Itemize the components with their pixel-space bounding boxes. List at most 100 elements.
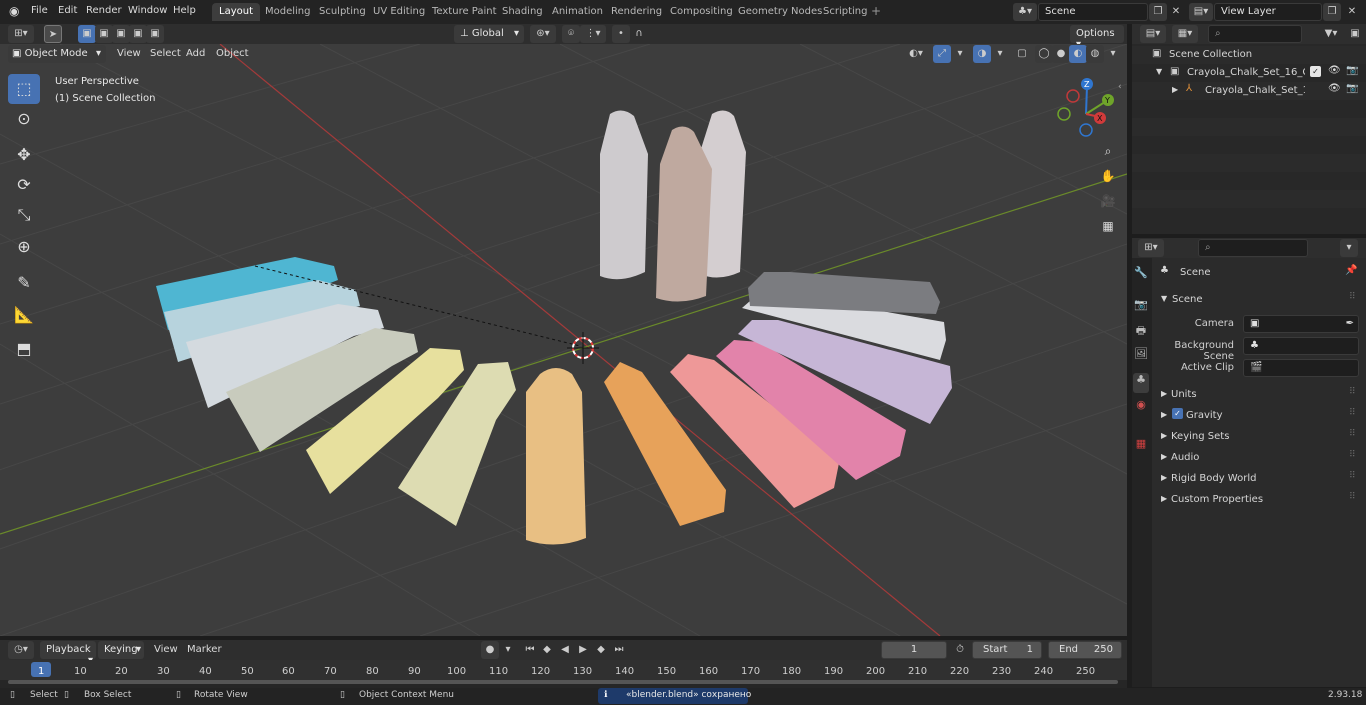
gizmo-toggle-icon[interactable]: ⤢ bbox=[933, 45, 951, 63]
measure-tool-icon[interactable]: 📐 bbox=[8, 300, 40, 330]
pivot-point-icon[interactable]: ⊛▾ bbox=[530, 25, 556, 43]
tab-shading[interactable]: Shading bbox=[495, 3, 550, 21]
viewport-menu-object[interactable]: Object bbox=[216, 48, 249, 59]
annotate-tool-icon[interactable]: ✎ bbox=[8, 268, 40, 298]
prev-keyframe-icon[interactable]: ◆ bbox=[538, 641, 556, 659]
view-layer-icon[interactable]: ▤▾ bbox=[1189, 3, 1213, 21]
drag-handle-icon[interactable]: ⠿ bbox=[1349, 292, 1356, 302]
select-mode-new-icon[interactable]: ▣ bbox=[78, 25, 96, 43]
section-gravity[interactable]: ▶ ✓ Gravity ⠿ bbox=[1155, 407, 1363, 425]
visibility-icon[interactable]: ◐▾ bbox=[903, 45, 929, 63]
tab-animation[interactable]: Animation bbox=[545, 3, 610, 21]
move-tool-icon[interactable]: ✥ bbox=[8, 140, 40, 170]
view-layer-remove-icon[interactable]: ✕ bbox=[1343, 3, 1361, 21]
section-audio[interactable]: ▶ Audio ⠿ bbox=[1155, 449, 1363, 467]
scene-copy-icon[interactable]: ❐ bbox=[1149, 3, 1167, 21]
shading-solid-icon[interactable]: ● bbox=[1052, 45, 1070, 63]
playback-dropdown[interactable]: Playback▾ bbox=[40, 641, 96, 666]
start-frame-field[interactable]: Start 1 bbox=[972, 641, 1042, 659]
select-mode-intersect-icon[interactable]: ▣ bbox=[146, 25, 164, 43]
properties-options-icon[interactable]: ▾ bbox=[1340, 239, 1358, 257]
tab-texture-paint[interactable]: Texture Paint bbox=[425, 3, 504, 21]
active-tool-icon[interactable]: ➤ bbox=[44, 25, 62, 43]
rotate-tool-icon[interactable]: ⟳ bbox=[8, 170, 40, 200]
jump-start-icon[interactable]: ⏮ bbox=[521, 641, 539, 659]
mode-dropdown[interactable]: ▣ Object Mode ▾ bbox=[8, 45, 106, 63]
gizmo-options-icon[interactable]: ▾ bbox=[951, 45, 969, 63]
select-mode-extend-icon[interactable]: ▣ bbox=[95, 25, 113, 43]
outliner-row-object[interactable]: ▶ ⅄ Crayola_Chalk_Set_16_C 👁 📷 bbox=[1132, 82, 1366, 100]
world-tab-icon[interactable]: ◉ bbox=[1133, 398, 1149, 418]
jump-end-icon[interactable]: ⏭ bbox=[610, 641, 628, 659]
display-mode-icon[interactable]: ▦▾ bbox=[1172, 25, 1198, 43]
drag-handle-icon[interactable]: ⠿ bbox=[1349, 450, 1356, 460]
shading-material-icon[interactable]: ◐ bbox=[1069, 45, 1087, 63]
timeline-menu-marker[interactable]: Marker bbox=[187, 644, 222, 655]
menu-render[interactable]: Render bbox=[86, 5, 122, 16]
scene-remove-icon[interactable]: ✕ bbox=[1167, 3, 1185, 21]
zoom-icon[interactable]: ⌕ bbox=[1097, 140, 1119, 162]
viewport-menu-add[interactable]: Add bbox=[186, 48, 205, 59]
view-layer-field[interactable]: View Layer bbox=[1214, 3, 1322, 21]
scene-tab-icon[interactable]: ♣ bbox=[1133, 373, 1149, 393]
add-cube-tool-icon[interactable]: ⬒ bbox=[8, 334, 40, 364]
camera-view-icon[interactable]: 🎥 bbox=[1097, 190, 1119, 212]
drag-handle-icon[interactable]: ⠿ bbox=[1349, 471, 1356, 481]
scene-icon[interactable]: ♣▾ bbox=[1013, 3, 1037, 21]
proportional-falloff-icon[interactable]: ∩ bbox=[630, 25, 648, 43]
cursor-tool-icon[interactable]: ⊙ bbox=[8, 104, 40, 134]
add-workspace-icon[interactable]: + bbox=[871, 4, 881, 18]
view-layer-copy-icon[interactable]: ❐ bbox=[1323, 3, 1341, 21]
select-mode-subtract-icon[interactable]: ▣ bbox=[112, 25, 130, 43]
record-icon[interactable]: ● bbox=[481, 641, 499, 659]
tab-modeling[interactable]: Modeling bbox=[258, 3, 318, 21]
section-units[interactable]: ▶ Units ⠿ bbox=[1155, 386, 1363, 404]
viewport-menu-view[interactable]: View bbox=[117, 48, 141, 59]
shading-options-icon[interactable]: ▾ bbox=[1104, 45, 1122, 63]
drag-handle-icon[interactable]: ⠿ bbox=[1349, 429, 1356, 439]
drag-handle-icon[interactable]: ⠿ bbox=[1349, 492, 1356, 502]
snap-target-icon[interactable]: ⋮▾ bbox=[580, 25, 606, 43]
record-options-icon[interactable]: ▾ bbox=[499, 641, 517, 659]
background-scene-field[interactable]: ♣ bbox=[1243, 337, 1359, 355]
current-frame-field[interactable]: 1 bbox=[881, 641, 947, 659]
play-reverse-icon[interactable]: ◀ bbox=[556, 641, 574, 659]
shading-rendered-icon[interactable]: ◍ bbox=[1086, 45, 1104, 63]
xray-toggle-icon[interactable]: ▢ bbox=[1013, 45, 1031, 63]
snap-toggle-icon[interactable]: ⌾ bbox=[562, 25, 580, 43]
menu-edit[interactable]: Edit bbox=[58, 5, 77, 16]
blender-logo-icon[interactable]: ◉ bbox=[9, 4, 19, 18]
tool-tab-icon[interactable]: 🔧 bbox=[1133, 266, 1149, 286]
eye-icon[interactable]: 👁 bbox=[1328, 83, 1341, 94]
camera-field[interactable]: ▣ ✒ bbox=[1243, 315, 1359, 333]
select-box-tool-icon[interactable]: ⬚ bbox=[8, 74, 40, 104]
include-checkbox-icon[interactable]: ✓ bbox=[1310, 66, 1321, 77]
sidebar-toggle-icon[interactable]: ‹ bbox=[1118, 82, 1122, 92]
scene-name-field[interactable]: Scene bbox=[1038, 3, 1148, 21]
menu-help[interactable]: Help bbox=[173, 5, 196, 16]
camera-render-icon[interactable]: 📷 bbox=[1346, 65, 1358, 76]
section-rigid-body-world[interactable]: ▶ Rigid Body World ⠿ bbox=[1155, 470, 1363, 488]
next-keyframe-icon[interactable]: ◆ bbox=[592, 641, 610, 659]
camera-render-icon[interactable]: 📷 bbox=[1346, 83, 1358, 94]
pin-icon[interactable]: 📌 bbox=[1345, 265, 1357, 276]
timeline-menu-view[interactable]: View bbox=[154, 644, 178, 655]
tab-geometry-nodes[interactable]: Geometry Nodes bbox=[731, 3, 829, 21]
select-mode-difference-icon[interactable]: ▣ bbox=[129, 25, 147, 43]
render-tab-icon[interactable]: 📷 bbox=[1133, 298, 1149, 318]
properties-editor-icon[interactable]: ⊞▾ bbox=[1138, 239, 1164, 257]
tab-layout[interactable]: Layout bbox=[212, 3, 260, 21]
tab-scripting[interactable]: Scripting bbox=[816, 3, 874, 21]
tab-compositing[interactable]: Compositing bbox=[663, 3, 740, 21]
transform-tool-icon[interactable]: ⊕ bbox=[8, 232, 40, 262]
outliner-row-root[interactable]: ▣ Scene Collection bbox=[1132, 46, 1366, 64]
eyedropper-icon[interactable]: ✒ bbox=[1346, 318, 1354, 329]
properties-search-input[interactable]: ⌕ bbox=[1198, 239, 1308, 257]
shading-wireframe-icon[interactable]: ◯ bbox=[1035, 45, 1053, 63]
outliner-editor-icon[interactable]: ▤▾ bbox=[1140, 25, 1166, 43]
eye-icon[interactable]: 👁 bbox=[1328, 65, 1341, 76]
overlay-options-icon[interactable]: ▾ bbox=[991, 45, 1009, 63]
view-layer-tab-icon[interactable]: 🖼 bbox=[1133, 347, 1149, 367]
preview-range-icon[interactable]: ⏱ bbox=[951, 641, 969, 659]
new-collection-icon[interactable]: ▣ bbox=[1346, 25, 1364, 43]
